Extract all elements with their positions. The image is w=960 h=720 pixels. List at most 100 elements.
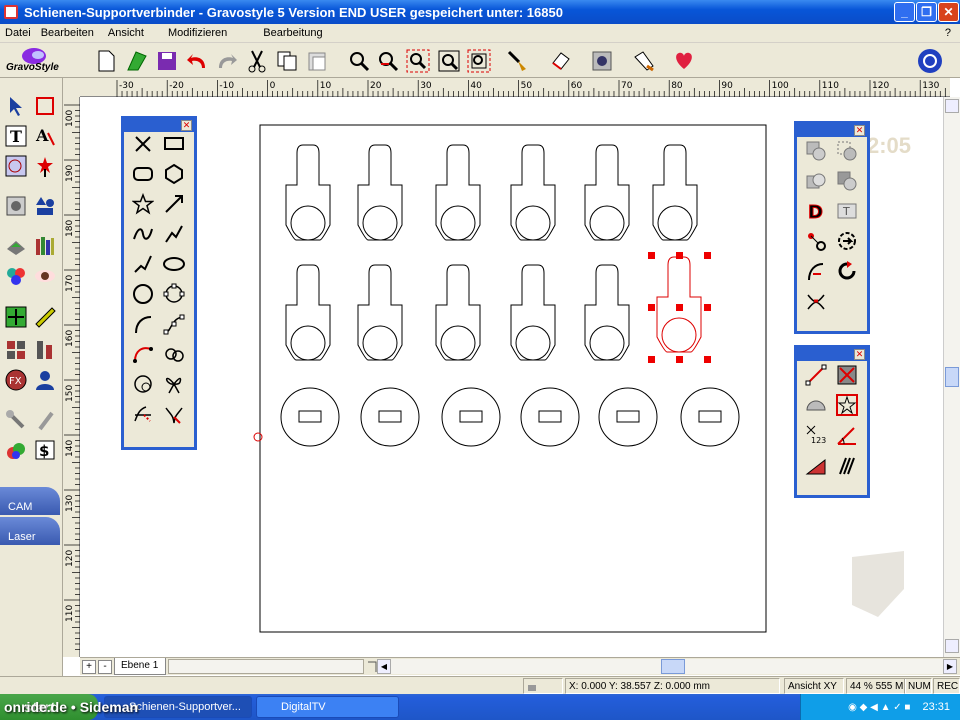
undo-icon[interactable] [184,48,210,74]
engrave-icon[interactable] [631,48,657,74]
close-button[interactable]: ✕ [938,2,959,22]
arc-3point-icon[interactable] [130,341,156,367]
selection-handle[interactable] [648,356,655,363]
horizontal-scroll-thumb[interactable] [661,659,685,674]
paint-icon[interactable] [3,437,29,463]
menu-modifizieren[interactable]: Modifizieren [163,27,232,39]
selected-connector-shape-hole[interactable] [661,317,697,353]
ribbon-icon[interactable] [161,371,187,397]
heart-icon[interactable] [671,48,697,74]
laser-panel-button[interactable]: Laser [0,517,60,545]
bezier-icon[interactable] [161,311,187,337]
node-edit-icon[interactable] [3,153,29,179]
selection-handle[interactable] [704,356,711,363]
copy-array-icon[interactable] [3,337,29,363]
task-digitaltv[interactable]: DigitalTV [256,696,399,718]
connector-shape-hole[interactable] [515,325,551,361]
circle-nodes-icon[interactable] [161,281,187,307]
zoom-in-icon[interactable] [375,48,401,74]
contour-icon[interactable] [130,371,156,397]
protractor-icon[interactable] [803,392,829,418]
rectangle-icon[interactable] [32,93,58,119]
image-icon[interactable] [3,193,29,219]
library-icon[interactable] [32,233,58,259]
transform-palette-close[interactable]: ✕ [854,349,865,360]
open-file-icon[interactable] [124,48,150,74]
scroll-left-button[interactable]: ◀ [377,659,391,674]
modify-palette-close[interactable]: ✕ [854,125,865,136]
selection-handle[interactable] [648,304,655,311]
move-icon[interactable] [3,304,29,330]
line-draw-icon[interactable] [161,191,187,217]
round-plug-shape[interactable] [680,387,740,447]
zoom-page-icon[interactable] [436,48,462,74]
selection-handle[interactable] [648,252,655,259]
arrow-select-icon[interactable] [3,93,29,119]
scroll-up-button[interactable] [945,99,959,113]
round-plug-shape[interactable] [280,387,340,447]
join-icon[interactable] [803,288,829,314]
connector-shape-hole[interactable] [362,205,398,241]
star-draw-icon[interactable] [130,191,156,217]
menu-bearbeiten[interactable]: Bearbeiten [36,27,99,39]
minimize-button[interactable]: _ [894,2,915,22]
intersect-icon[interactable] [803,168,829,194]
stretch-icon[interactable] [834,362,860,388]
vertical-scrollbar[interactable] [943,97,960,657]
weld-outline-icon[interactable] [834,138,860,164]
rounded-rect-icon[interactable] [130,161,156,187]
connector-shape-hole[interactable] [362,325,398,361]
scale-diagonal-icon[interactable] [803,362,829,388]
draw-palette-close[interactable]: ✕ [181,120,192,131]
price-icon[interactable]: $ [32,437,58,463]
round-plug-shape[interactable] [598,387,658,447]
round-plug-shape[interactable] [360,387,420,447]
delete-shape-icon[interactable] [130,131,156,157]
selection-handle[interactable] [676,252,683,259]
circle-draw-icon[interactable] [130,281,156,307]
rotate-path-icon[interactable] [834,258,860,284]
plate-outline[interactable] [259,124,767,633]
eye-icon[interactable] [32,263,58,289]
connector-shape-hole[interactable] [440,325,476,361]
star-pin-icon[interactable] [32,153,58,179]
scroll-down-button[interactable] [945,639,959,653]
eraser-icon[interactable] [548,48,574,74]
selection-handle[interactable] [704,252,711,259]
selection-handle[interactable] [676,356,683,363]
paste-icon[interactable] [304,48,330,74]
rect-draw-icon[interactable] [161,131,187,157]
connector-shape-hole[interactable] [589,205,625,241]
align-icon[interactable] [32,337,58,363]
polygon-icon[interactable] [161,161,187,187]
ellipse-draw-icon[interactable] [161,251,187,277]
add-layer-button[interactable]: + [82,660,96,674]
menu-ansicht[interactable]: Ansicht [103,27,149,39]
start-point-icon[interactable] [803,258,829,284]
brush-icon[interactable] [32,407,58,433]
knife-icon[interactable] [161,401,187,427]
shapes-icon[interactable] [32,193,58,219]
stamp-icon[interactable] [3,233,29,259]
subtract-icon[interactable] [834,168,860,194]
puzzle-icon[interactable] [3,263,29,289]
split-path-icon[interactable] [130,401,156,427]
font-icon[interactable]: A [32,123,58,149]
connector-shape-hole[interactable] [290,205,326,241]
connector-shape-hole[interactable] [290,325,326,361]
zoom-all-icon[interactable] [466,48,492,74]
tools-icon[interactable] [3,407,29,433]
user-icon[interactable] [32,367,58,393]
connector-shape-hole[interactable] [589,325,625,361]
ruler-icon[interactable] [32,304,58,330]
polyline-icon[interactable] [161,221,187,247]
maximize-button[interactable]: ❐ [916,2,937,22]
remove-layer-button[interactable]: - [98,660,112,674]
angle-measure-icon[interactable] [834,422,860,448]
curve-draw-icon[interactable] [130,221,156,247]
round-plug-shape[interactable] [441,387,501,447]
scroll-right-button[interactable]: ▶ [943,659,957,674]
hatch-fill-icon[interactable] [803,452,829,478]
wizard-icon[interactable] [589,48,615,74]
numbering-icon[interactable]: 123 [803,422,829,448]
